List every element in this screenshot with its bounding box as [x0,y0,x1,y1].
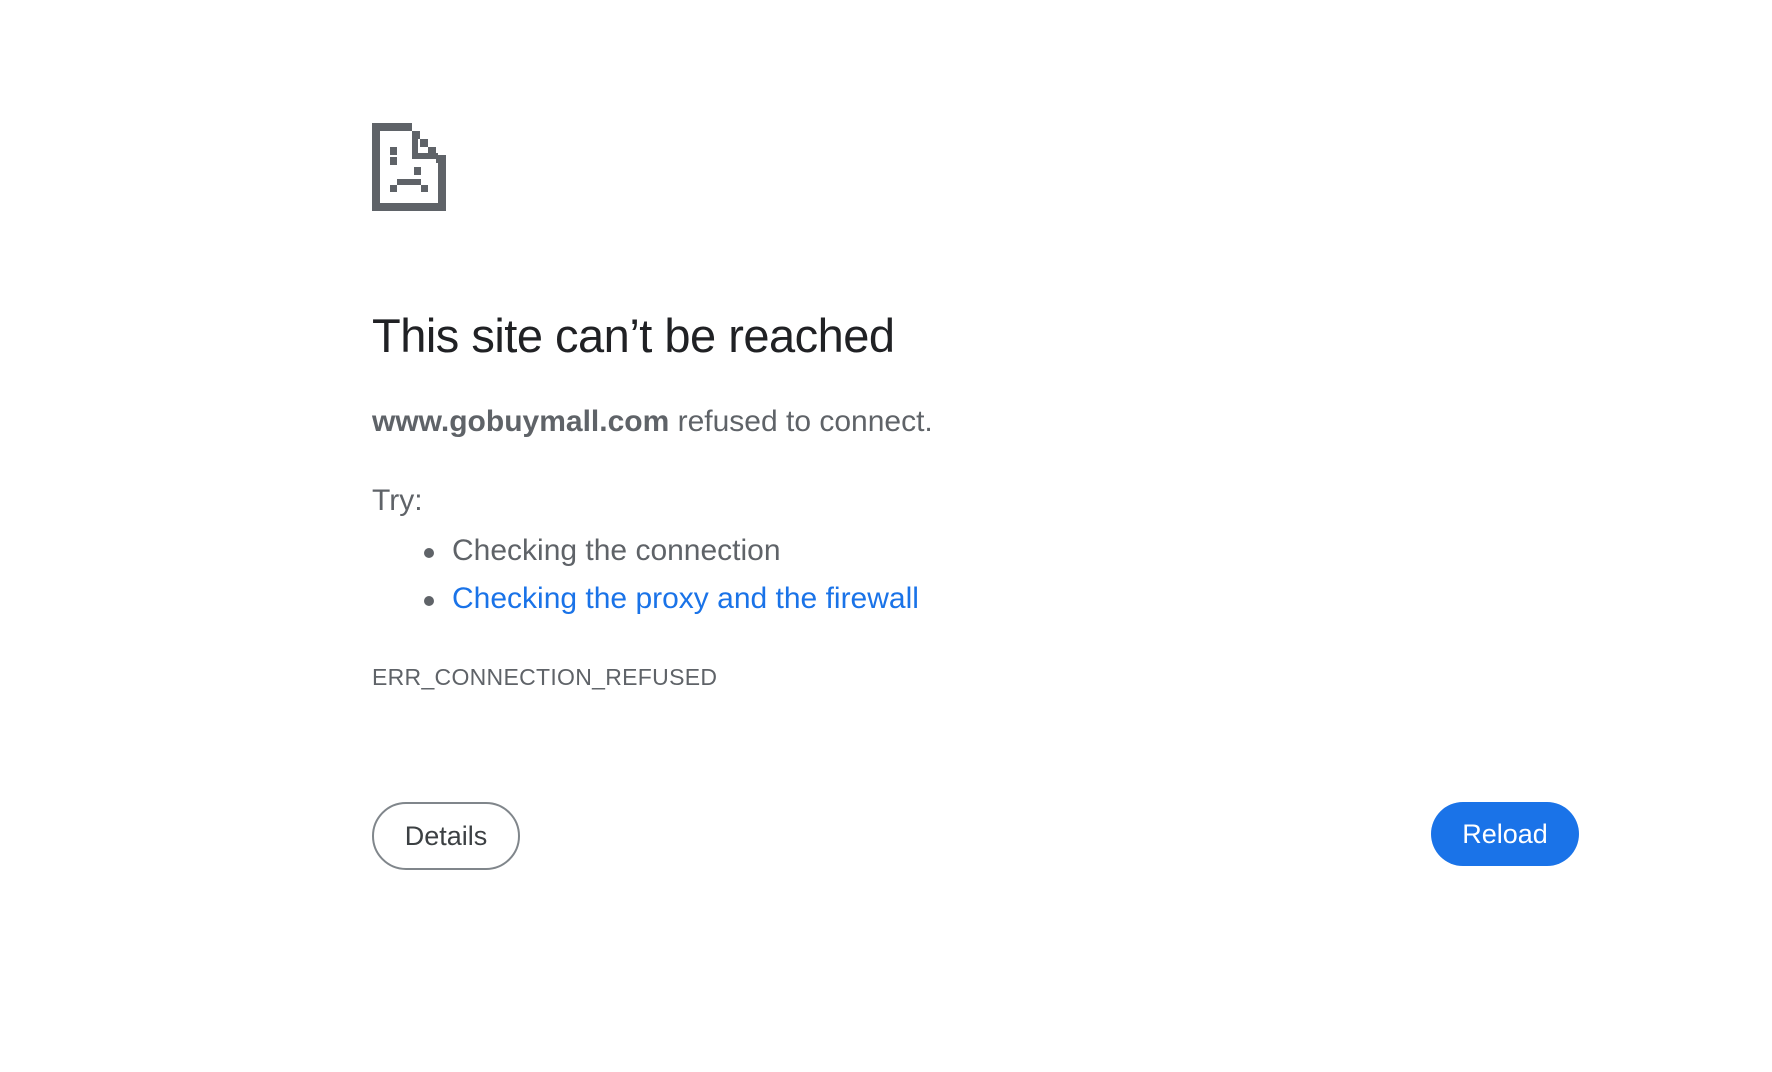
host-name: www.gobuymall.com [372,405,670,438]
error-code: ERR_CONNECTION_REFUSED [372,664,718,690]
suggestions-list: Checking the connection Checking the pro… [372,527,919,623]
summary-text: refused to connect. [669,405,933,438]
try-label: Try: [372,484,423,517]
proxy-firewall-link[interactable]: Checking the proxy and the firewall [452,582,919,615]
error-page: This site can’t be reached www.gobuymall… [0,0,1772,1072]
list-item: Checking the proxy and the firewall [424,575,919,623]
reload-button[interactable]: Reload [1431,802,1579,866]
bullet-icon [424,548,434,558]
page-title: This site can’t be reached [372,309,895,362]
error-summary: www.gobuymall.com refused to connect. [372,401,933,443]
suggestion-text: Checking the connection [452,534,781,567]
bullet-icon [424,596,434,606]
sad-document-icon [372,123,446,211]
list-item: Checking the connection [424,527,919,575]
details-button[interactable]: Details [372,802,520,870]
